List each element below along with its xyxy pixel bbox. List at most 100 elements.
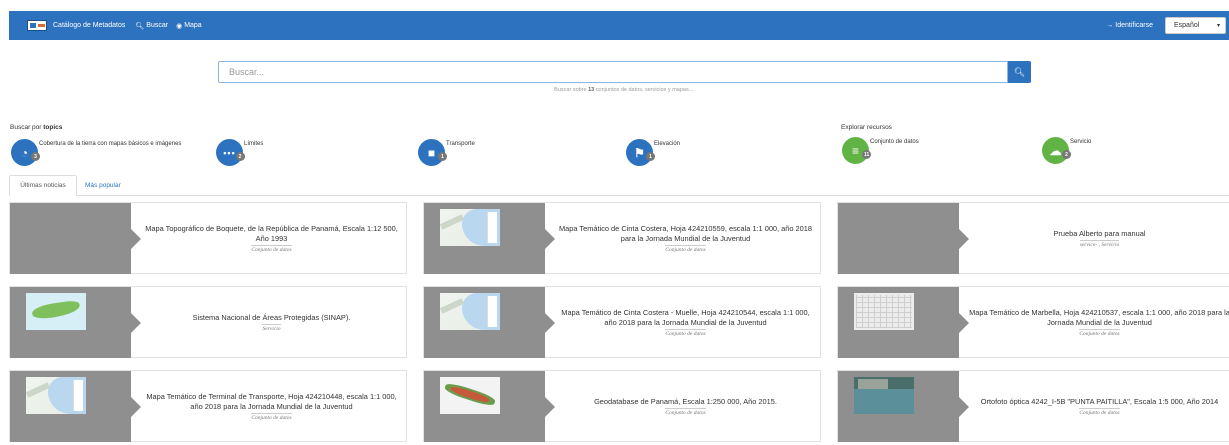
card-title[interactable]: Prueba Alberto para manual xyxy=(1053,229,1145,239)
card-text: Mapa Topográfico de Boquete, de la Repúb… xyxy=(141,203,402,274)
card-thumbnail xyxy=(10,203,141,274)
topic-count-badge: 1 xyxy=(646,152,655,161)
card-type: Conjunto de datos xyxy=(665,329,706,337)
sign-in-icon: → xyxy=(1106,22,1114,29)
topic-transporte[interactable]: ■ 1 Transporte xyxy=(418,139,475,166)
topics-heading: Buscar por topics xyxy=(10,124,62,131)
tab-mas-popular[interactable]: Más popular xyxy=(79,175,127,196)
search-hint-count: 13 xyxy=(588,87,595,93)
search-input[interactable]: Buscar... xyxy=(218,61,1008,83)
resource-label: Servicio xyxy=(1070,139,1092,145)
search-icon: 🔍︎ xyxy=(1013,66,1026,77)
card-thumbnail xyxy=(424,287,555,358)
card-title[interactable]: Mapa Temático de Terminal de Transporte,… xyxy=(141,392,402,412)
brand-logo-icon[interactable] xyxy=(27,20,47,31)
record-card[interactable]: Mapa Temático de Cinta Costera - Muelle,… xyxy=(423,286,821,358)
card-title[interactable]: Sistema Nacional de Áreas Protegidas (SI… xyxy=(193,313,351,323)
card-thumbnail xyxy=(838,203,969,274)
card-text: Geodatabase de Panamá, Escala 1:250 000,… xyxy=(555,371,816,442)
record-card[interactable]: Mapa Temático de Terminal de Transporte,… xyxy=(9,370,407,442)
search-icon: 🔍︎ xyxy=(135,22,145,30)
record-card[interactable]: Mapa Temático de Cinta Costera, Hoja 424… xyxy=(423,202,821,274)
card-thumbnail xyxy=(424,371,555,442)
search-button[interactable]: 🔍︎ xyxy=(1008,61,1031,83)
card-type: Conjunto de datos xyxy=(251,413,292,421)
topics-heading-prefix: Buscar por xyxy=(10,124,42,131)
topic-count-badge: 3 xyxy=(31,152,40,161)
record-card[interactable]: Sistema Nacional de Áreas Protegidas (SI… xyxy=(9,286,407,358)
card-title[interactable]: Geodatabase de Panamá, Escala 1:250 000,… xyxy=(594,397,777,407)
tab-ultimas-noticias[interactable]: Últimas noticias xyxy=(9,175,77,196)
card-text: Ortofoto óptica 4242_I-5B "PUNTA PAITILL… xyxy=(969,371,1229,442)
database-icon: ≡ 11 xyxy=(842,137,872,164)
topic-label: Límites xyxy=(244,141,264,147)
card-type: Conjunto de datos xyxy=(251,245,292,253)
resource-count-badge: 11 xyxy=(862,150,872,159)
record-card[interactable]: Mapa Topográfico de Boquete, de la Repúb… xyxy=(9,202,407,274)
search-placeholder: Buscar... xyxy=(229,67,265,77)
topics-heading-bold: topics xyxy=(43,124,63,131)
nav-search-label: Buscar xyxy=(146,22,169,29)
card-type: Conjunto de datos xyxy=(665,408,706,416)
record-card[interactable]: Geodatabase de Panamá, Escala 1:250 000,… xyxy=(423,370,821,442)
login-label: Identificarse xyxy=(1115,22,1153,29)
navbar-bar: Catálogo de Metadatos 🔍︎ Buscar ◉ Mapa →… xyxy=(9,11,1229,40)
topic-count-badge: 1 xyxy=(438,152,447,161)
card-type: service- , Servicio xyxy=(1079,240,1120,248)
card-thumbnail xyxy=(424,203,555,274)
language-select[interactable]: Español ▾ xyxy=(1165,17,1226,34)
cloud-icon: ☁ 2 xyxy=(1042,137,1071,164)
map-thumbnail-image xyxy=(26,377,86,414)
login-link[interactable]: → Identificarse xyxy=(1106,22,1153,29)
card-thumbnail xyxy=(838,287,969,358)
card-text: Prueba Alberto para manual service- , Se… xyxy=(969,203,1229,274)
card-title[interactable]: Mapa Temático de Marbella, Hoja 42421053… xyxy=(969,308,1229,328)
globe-icon: ◉ xyxy=(176,22,183,30)
card-thumbnail xyxy=(10,371,141,442)
record-card[interactable]: Mapa Temático de Marbella, Hoja 42421053… xyxy=(837,286,1229,358)
search-hint-suffix: conjuntos de datos, servicios y mapas...… xyxy=(595,87,695,93)
topic-label: Transporte xyxy=(446,141,475,147)
map-thumbnail-image xyxy=(440,209,500,246)
topic-limites[interactable]: ••• 2 Límites xyxy=(216,139,263,166)
news-tabs: Últimas noticias Más popular xyxy=(9,175,1229,196)
topic-elevacion[interactable]: ⚑ 1 Elevación xyxy=(626,139,680,166)
card-text: Sistema Nacional de Áreas Protegidas (SI… xyxy=(141,287,402,358)
nav-search-link[interactable]: 🔍︎ Buscar xyxy=(135,22,168,30)
resource-count-badge: 2 xyxy=(1062,150,1071,159)
globe-icon: ◔ 3 xyxy=(11,139,40,166)
card-thumbnail xyxy=(838,371,969,442)
card-text: Mapa Temático de Terminal de Transporte,… xyxy=(141,371,402,442)
card-title[interactable]: Ortofoto óptica 4242_I-5B "PUNTA PAITILL… xyxy=(981,397,1219,407)
card-title[interactable]: Mapa Temático de Cinta Costera - Muelle,… xyxy=(555,308,816,328)
map-thumbnail-image xyxy=(440,293,500,330)
card-text: Mapa Temático de Cinta Costera - Muelle,… xyxy=(555,287,816,358)
chevron-down-icon: ▾ xyxy=(1216,23,1220,29)
record-card[interactable]: Prueba Alberto para manual service- , Se… xyxy=(837,202,1229,274)
card-title[interactable]: Mapa Topográfico de Boquete, de la Repúb… xyxy=(141,224,402,244)
resource-servicio[interactable]: ☁ 2 Servicio xyxy=(1042,137,1091,164)
flag-icon: ⚑ 1 xyxy=(626,139,655,166)
nav-map-label: Mapa xyxy=(184,22,202,29)
map-thumbnail-image xyxy=(440,377,500,414)
card-title[interactable]: Mapa Temático de Cinta Costera, Hoja 424… xyxy=(555,224,816,244)
record-card[interactable]: Ortofoto óptica 4242_I-5B "PUNTA PAITILL… xyxy=(837,370,1229,442)
topic-label: Elevación xyxy=(654,141,681,147)
card-type: Servicio xyxy=(262,324,281,332)
card-text: Mapa Temático de Marbella, Hoja 42421053… xyxy=(969,287,1229,358)
search-hint: Buscar sobre 13 conjuntos de datos, serv… xyxy=(218,87,1031,93)
resource-conjunto-datos[interactable]: ≡ 11 Conjunto de datos xyxy=(842,137,919,164)
topic-label: Cobertura de la tierra con mapas básicos… xyxy=(39,141,182,147)
nav-map-link[interactable]: ◉ Mapa xyxy=(176,22,202,30)
navbar-right: → Identificarse Español ▾ xyxy=(1100,17,1229,34)
topic-cobertura[interactable]: ◔ 3 Cobertura de la tierra con mapas bás… xyxy=(11,139,181,166)
card-thumbnail xyxy=(10,287,141,358)
resources-heading: Explorar recursos xyxy=(841,124,892,131)
brand-link[interactable]: Catálogo de Metadatos xyxy=(53,22,125,29)
search-hint-prefix: Buscar sobre xyxy=(554,87,587,93)
topic-count-badge: 2 xyxy=(236,152,245,161)
resource-label: Conjunto de datos xyxy=(870,139,919,145)
truck-icon: ■ 1 xyxy=(418,139,447,166)
map-thumbnail-image xyxy=(26,293,86,330)
dots-icon: ••• 2 xyxy=(216,139,245,166)
